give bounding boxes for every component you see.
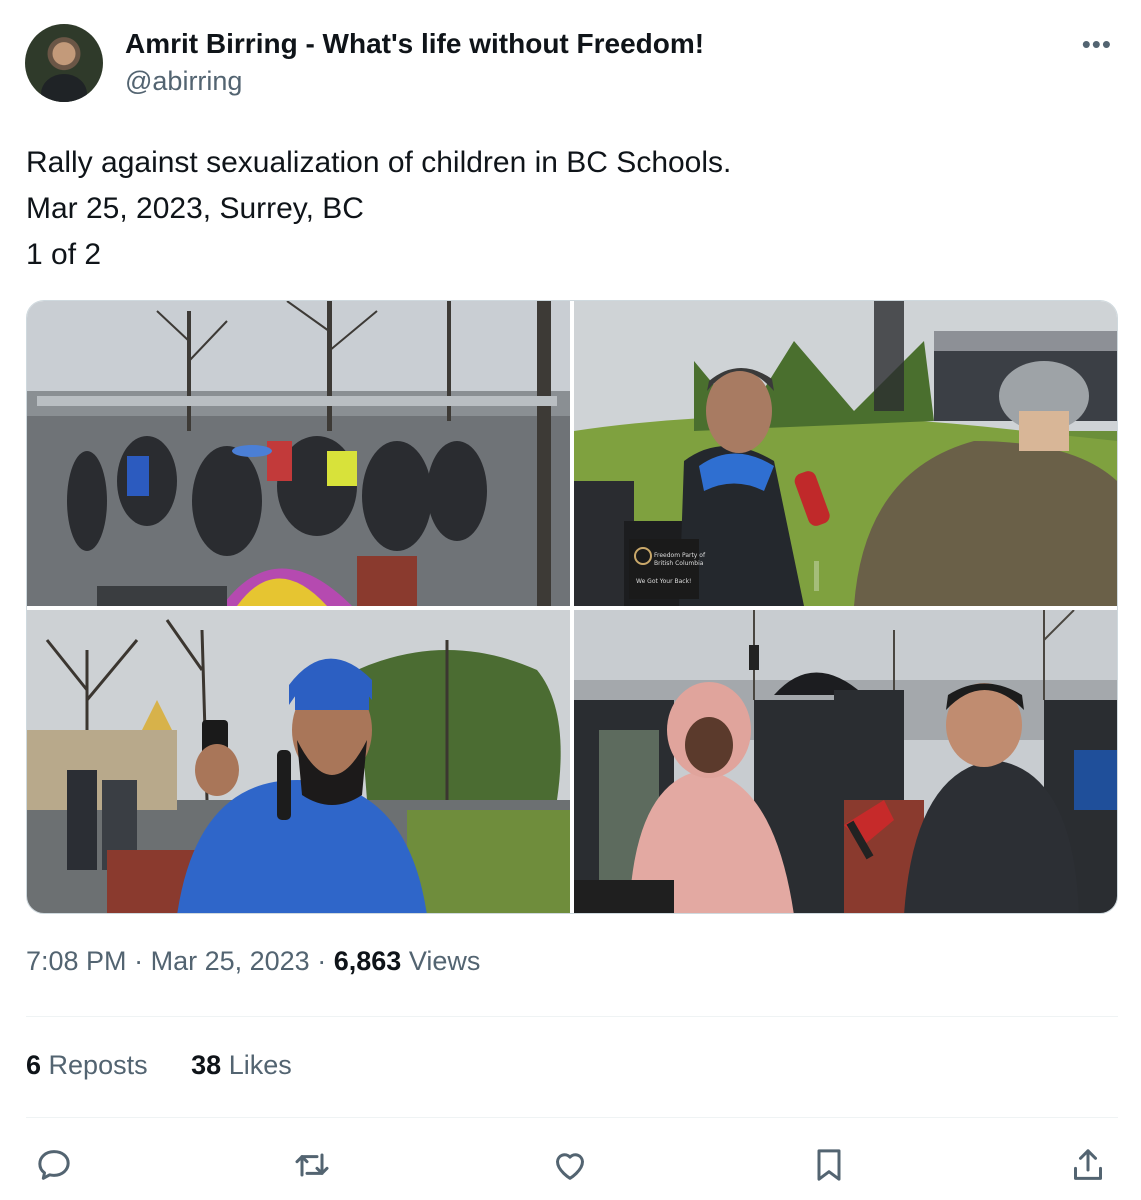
action-bar [26, 1140, 1118, 1190]
engagement-stats: 6 Reposts 38 Likes [26, 1050, 328, 1081]
reposts-stat[interactable]: 6 Reposts [26, 1050, 148, 1081]
reposts-count: 6 [26, 1050, 42, 1080]
reply-icon[interactable] [34, 1145, 74, 1185]
author-display-name[interactable]: Amrit Birring - What's life without Free… [125, 28, 704, 60]
tweet-meta: 7:08 PM · Mar 25, 2023 · 6,863 Views [26, 946, 480, 977]
sign-text: Freedom Party of [654, 552, 706, 559]
meta-separator: · [317, 946, 327, 976]
tweet-text-line: 1 of 2 [26, 238, 102, 271]
media-photo-speaker[interactable] [27, 610, 570, 913]
sign-text: British Columbia [654, 560, 704, 567]
bookmark-icon[interactable] [809, 1145, 849, 1185]
likes-stat[interactable]: 38 Likes [191, 1050, 292, 1081]
tweet-date[interactable]: Mar 25, 2023 [151, 946, 310, 976]
repost-icon[interactable] [292, 1145, 332, 1185]
meta-separator: · [134, 946, 144, 976]
tweet-text: Rally against sexualization of children … [26, 140, 731, 278]
reposts-label: Reposts [48, 1050, 148, 1080]
likes-label: Likes [228, 1050, 292, 1080]
tweet-text-line: Mar 25, 2023, Surrey, BC [26, 192, 364, 225]
likes-count: 38 [191, 1050, 222, 1080]
divider [26, 1117, 1118, 1118]
media-grid: Freedom Party of British Columbia We Got… [26, 300, 1118, 914]
author-handle[interactable]: @abirring [125, 66, 242, 97]
more-horizontal-icon[interactable]: ••• [1082, 31, 1112, 57]
tweet-text-line: Rally against sexualization of children … [26, 146, 732, 179]
media-photo-crowd[interactable] [27, 301, 570, 606]
views-label: Views [408, 946, 481, 976]
media-photo-interview[interactable]: Freedom Party of British Columbia We Got… [574, 301, 1117, 606]
tweet-time[interactable]: 7:08 PM [26, 946, 127, 976]
divider [26, 1016, 1118, 1017]
sign-text: We Got Your Back! [636, 578, 691, 585]
views-count: 6,863 [333, 946, 402, 976]
share-icon[interactable] [1068, 1145, 1108, 1185]
media-photo-reporter[interactable] [574, 610, 1117, 913]
tweet-header: Amrit Birring - What's life without Free… [25, 24, 1120, 104]
avatar[interactable] [25, 24, 103, 102]
heart-icon[interactable] [550, 1145, 590, 1185]
